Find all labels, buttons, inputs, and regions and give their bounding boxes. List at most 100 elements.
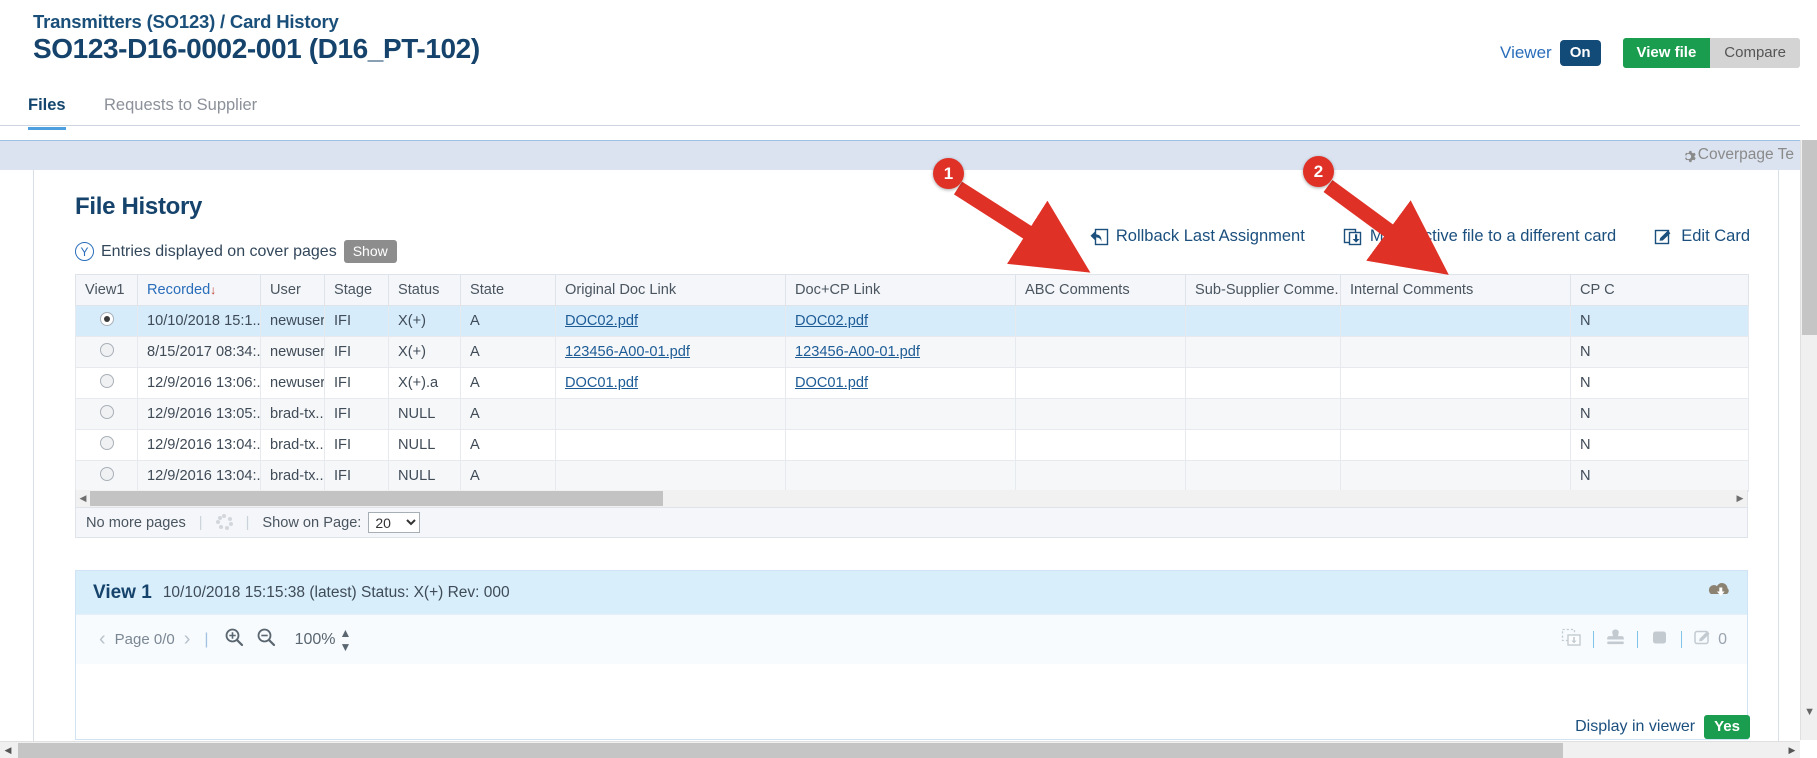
row-select-cell[interactable] [75, 305, 138, 337]
cell-user: brad-tx... [260, 398, 325, 430]
display-in-viewer-row: Display in viewer Yes [1575, 715, 1750, 739]
col-header-stage[interactable]: Stage [324, 274, 389, 306]
col-header-doc-cp-link[interactable]: Doc+CP Link [785, 274, 1016, 306]
redact-icon[interactable] [1638, 628, 1681, 652]
edit-card-label: Edit Card [1681, 227, 1750, 245]
page-scroll-left-icon[interactable]: ◀ [0, 745, 16, 756]
original-doc-link[interactable]: DOC01.pdf [565, 375, 638, 391]
entries-row: Y Entries displayed on cover pages Show [75, 240, 397, 263]
cell-stage: IFI [324, 305, 389, 337]
breadcrumb[interactable]: Transmitters (SO123) / Card History [33, 11, 339, 33]
table-row[interactable]: 10/10/2018 15:1... newuser IFI X(+) A DO… [75, 305, 1749, 337]
cell-sub-supplier-comments [1185, 305, 1341, 337]
viewer-toggle-on[interactable]: On [1559, 40, 1601, 66]
row-select-cell[interactable] [75, 336, 138, 368]
row-select-cell[interactable] [75, 429, 138, 461]
table-horizontal-scrollbar[interactable]: ◀ ▶ [75, 490, 1748, 507]
cell-recorded: 12/9/2016 13:06:... [137, 367, 261, 399]
doc-cp-link[interactable]: DOC02.pdf [795, 313, 868, 329]
view-file-button[interactable]: View file [1622, 38, 1711, 68]
cell-user: newuser [260, 367, 325, 399]
chevron-left-icon[interactable]: ‹ [94, 628, 111, 651]
row-radio[interactable] [99, 312, 114, 326]
col-header-cp-c[interactable]: CP C [1570, 274, 1749, 306]
table-row[interactable]: 8/15/2017 08:34:... newuser IFI X(+) A 1… [75, 336, 1749, 368]
edit-card-link[interactable]: Edit Card [1654, 227, 1750, 246]
coverpage-toolbar: Coverpage Te [0, 140, 1800, 170]
chevron-right-icon[interactable]: › [179, 628, 196, 651]
cell-cp-c: N [1570, 429, 1749, 461]
cell-original-doc-link[interactable]: 123456-A00-01.pdf [555, 336, 786, 368]
row-select-cell[interactable] [75, 367, 138, 399]
annotate-count: 0 [1718, 630, 1727, 648]
col-header-sub-supplier-comments[interactable]: Sub-Supplier Comme... [1185, 274, 1341, 306]
tab-files[interactable]: Files [28, 96, 66, 130]
table-row[interactable]: 12/9/2016 13:04:... brad-tx... IFI NULL … [75, 429, 1749, 461]
scroll-left-arrow-icon[interactable]: ◀ [76, 493, 90, 504]
cell-sub-supplier-comments [1185, 336, 1341, 368]
entries-flag-icon: Y [75, 242, 94, 261]
row-select-cell[interactable] [75, 460, 138, 492]
refresh-spinner-icon[interactable] [215, 514, 233, 531]
table-hscroll-track[interactable] [90, 490, 1733, 507]
coverpage-template-link[interactable]: Coverpage Te [1681, 146, 1794, 164]
row-radio[interactable] [99, 467, 114, 481]
stamp-icon[interactable] [1594, 628, 1637, 652]
col-header-recorded[interactable]: Recorded↓ [137, 274, 261, 306]
move-active-file-link[interactable]: Move active file to a different card [1343, 227, 1616, 246]
doc-cp-link[interactable]: 123456-A00-01.pdf [795, 344, 920, 360]
rollback-last-assignment-link[interactable]: Rollback Last Assignment [1089, 227, 1305, 246]
row-radio[interactable] [99, 343, 114, 357]
cell-internal-comments [1340, 429, 1571, 461]
row-radio[interactable] [99, 405, 114, 419]
annotate-icon[interactable] [1682, 628, 1716, 652]
cell-doc-cp-link[interactable]: DOC01.pdf [785, 367, 1016, 399]
col-header-internal-comments[interactable]: Internal Comments [1340, 274, 1571, 306]
cell-doc-cp-link[interactable]: DOC02.pdf [785, 305, 1016, 337]
cloud-download-icon[interactable] [1706, 580, 1733, 605]
compare-button[interactable]: Compare [1710, 38, 1800, 68]
page-indicator: Page 0/0 [114, 631, 175, 648]
updown-stepper-icon[interactable]: ▲ ▼ [339, 626, 351, 654]
cell-original-doc-link[interactable]: DOC02.pdf [555, 305, 786, 337]
col-header-abc-comments[interactable]: ABC Comments [1015, 274, 1186, 306]
col-header-user[interactable]: User [260, 274, 325, 306]
cell-doc-cp-link[interactable]: 123456-A00-01.pdf [785, 336, 1016, 368]
zoom-in-icon[interactable] [218, 627, 250, 652]
show-entries-button[interactable]: Show [343, 240, 397, 263]
show-on-page-select[interactable]: 20 [368, 512, 421, 533]
doc-cp-link[interactable]: DOC01.pdf [795, 375, 868, 391]
col-header-view1[interactable]: View1 [75, 274, 138, 306]
row-select-cell[interactable] [75, 398, 138, 430]
show-on-page-label: Show on Page: [262, 514, 362, 531]
tab-requests-to-supplier[interactable]: Requests to Supplier [104, 96, 257, 127]
display-in-viewer-toggle[interactable]: Yes [1704, 715, 1750, 739]
scroll-right-arrow-icon[interactable]: ▶ [1733, 493, 1747, 504]
page-scroll-right-icon[interactable]: ▶ [1784, 745, 1800, 756]
cell-original-doc-link[interactable]: DOC01.pdf [555, 367, 786, 399]
page-vertical-scrollbar[interactable]: ▼ [1800, 140, 1817, 740]
no-more-pages-label: No more pages [86, 514, 186, 531]
page-hscroll-thumb[interactable] [18, 742, 1563, 758]
display-in-viewer-label: Display in viewer [1575, 718, 1696, 735]
table-row[interactable]: 12/9/2016 13:05:... brad-tx... IFI NULL … [75, 398, 1749, 430]
col-header-status[interactable]: Status [388, 274, 461, 306]
zoom-out-icon[interactable] [250, 627, 282, 652]
scroll-down-arrow-icon[interactable]: ▼ [1804, 706, 1815, 718]
cell-recorded: 12/9/2016 13:04:... [137, 429, 261, 461]
original-doc-link[interactable]: DOC02.pdf [565, 313, 638, 329]
row-radio[interactable] [99, 374, 114, 388]
snapshot-icon[interactable] [1550, 628, 1593, 652]
gear-icon [1681, 149, 1696, 164]
page-horizontal-scrollbar[interactable]: ◀ ▶ [0, 741, 1800, 758]
table-row[interactable]: 12/9/2016 13:06:... newuser IFI X(+).a A… [75, 367, 1749, 399]
table-row[interactable]: 12/9/2016 13:04:... brad-tx... IFI NULL … [75, 460, 1749, 492]
vertical-scroll-thumb[interactable] [1802, 140, 1817, 335]
table-hscroll-thumb[interactable] [90, 491, 663, 506]
original-doc-link[interactable]: 123456-A00-01.pdf [565, 344, 690, 360]
row-radio[interactable] [99, 436, 114, 450]
col-header-state[interactable]: State [460, 274, 556, 306]
cell-original-doc-link [555, 429, 786, 461]
col-header-original-doc-link[interactable]: Original Doc Link [555, 274, 786, 306]
page-hscroll-track[interactable] [16, 742, 1784, 758]
